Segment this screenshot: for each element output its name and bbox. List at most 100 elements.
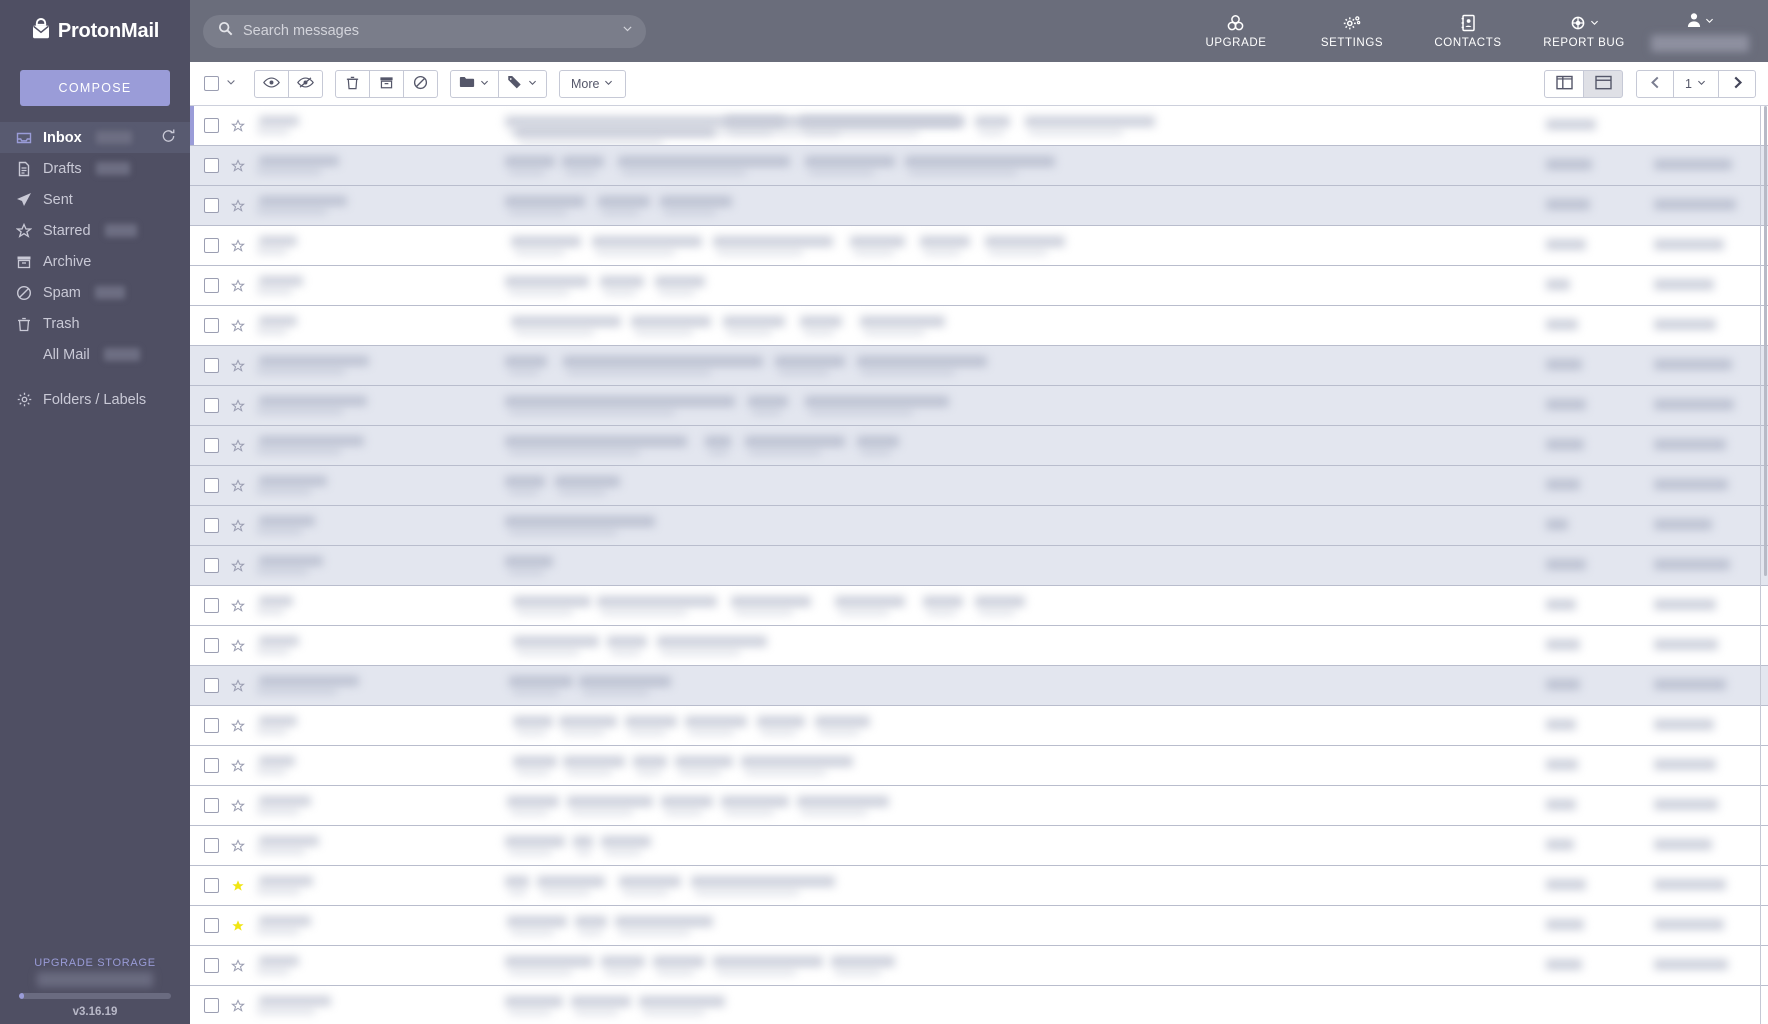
sidebar-item-starred[interactable]: Starred [0,215,190,246]
star-icon[interactable] [227,198,249,213]
table-row[interactable] [190,706,1768,746]
move-to-folder-button[interactable] [450,69,499,98]
star-icon[interactable] [227,398,249,413]
star-icon[interactable] [227,358,249,373]
table-row[interactable] [190,266,1768,306]
star-icon[interactable] [227,798,249,813]
star-icon[interactable] [227,438,249,453]
search-bar[interactable] [203,14,646,48]
row-checkbox[interactable] [204,678,219,693]
row-checkbox[interactable] [204,278,219,293]
row-checkbox[interactable] [204,118,219,133]
star-icon[interactable] [227,518,249,533]
archive-button[interactable] [369,69,404,98]
chevron-down-icon[interactable] [225,75,237,93]
row-checkbox[interactable] [204,158,219,173]
row-checkbox[interactable] [204,638,219,653]
star-icon[interactable] [227,718,249,733]
row-checkbox[interactable] [204,558,219,573]
star-icon[interactable] [227,678,249,693]
star-icon[interactable] [227,478,249,493]
mark-as-read-button[interactable] [254,69,289,98]
previous-page-button[interactable] [1636,69,1674,98]
table-row[interactable] [190,226,1768,266]
table-row[interactable] [190,466,1768,506]
refresh-icon[interactable] [161,128,176,147]
table-row[interactable] [190,826,1768,866]
header-action-upgrade[interactable]: UPGRADE [1178,0,1294,62]
list-scrollbar[interactable] [1763,106,1768,1024]
sidebar-item-archive[interactable]: Archive [0,246,190,277]
row-checkbox[interactable] [204,358,219,373]
table-row[interactable] [190,866,1768,906]
row-checkbox[interactable] [204,718,219,733]
sidebar-item-drafts[interactable]: Drafts [0,153,190,184]
search-input[interactable] [243,23,611,39]
table-row[interactable] [190,346,1768,386]
label-as-button[interactable] [498,69,547,98]
table-row[interactable] [190,506,1768,546]
table-row[interactable] [190,546,1768,586]
sidebar-item-trash[interactable]: Trash [0,308,190,339]
table-row[interactable] [190,906,1768,946]
row-checkbox[interactable] [204,758,219,773]
table-row[interactable] [190,666,1768,706]
column-layout-button[interactable] [1544,69,1584,98]
star-icon[interactable] [227,238,249,253]
table-row[interactable] [190,146,1768,186]
row-checkbox[interactable] [204,798,219,813]
row-checkbox[interactable] [204,878,219,893]
star-icon[interactable] [227,118,249,133]
star-filled-icon[interactable] [227,879,249,893]
spam-button[interactable] [403,69,438,98]
sidebar-item-spam[interactable]: Spam [0,277,190,308]
table-row[interactable] [190,106,1768,146]
sidebar-item-sent[interactable]: Sent [0,184,190,215]
page-selector[interactable]: 1 [1673,69,1719,98]
chevron-down-icon[interactable] [621,22,634,40]
row-layout-button[interactable] [1583,69,1623,98]
compose-button[interactable]: COMPOSE [20,70,170,106]
next-page-button[interactable] [1718,69,1756,98]
star-icon[interactable] [227,638,249,653]
table-row[interactable] [190,626,1768,666]
star-filled-icon[interactable] [227,919,249,933]
sidebar-item-inbox[interactable]: Inbox [0,122,190,153]
table-row[interactable] [190,586,1768,626]
row-checkbox[interactable] [204,198,219,213]
star-icon[interactable] [227,318,249,333]
table-row[interactable] [190,306,1768,346]
row-checkbox[interactable] [204,958,219,973]
row-checkbox[interactable] [204,838,219,853]
more-button[interactable]: More [559,69,627,98]
row-checkbox[interactable] [204,318,219,333]
sidebar-item-all-mail[interactable]: All Mail [0,339,190,370]
table-row[interactable] [190,986,1768,1024]
message-list[interactable] [190,106,1768,1024]
star-icon[interactable] [227,998,249,1013]
row-checkbox[interactable] [204,478,219,493]
star-icon[interactable] [227,838,249,853]
table-row[interactable] [190,426,1768,466]
star-icon[interactable] [227,558,249,573]
delete-button[interactable] [335,69,370,98]
select-all-checkbox[interactable] [204,76,219,91]
sidebar-item-folders-labels[interactable]: Folders / Labels [0,384,190,415]
row-checkbox[interactable] [204,438,219,453]
row-checkbox[interactable] [204,998,219,1013]
header-user-menu[interactable] [1642,0,1758,62]
select-all-control[interactable] [204,75,237,93]
header-action-report-bug[interactable]: REPORT BUG [1526,0,1642,62]
star-icon[interactable] [227,278,249,293]
star-icon[interactable] [227,758,249,773]
header-action-settings[interactable]: SETTINGS [1294,0,1410,62]
table-row[interactable] [190,186,1768,226]
star-icon[interactable] [227,598,249,613]
row-checkbox[interactable] [204,598,219,613]
star-icon[interactable] [227,158,249,173]
row-checkbox[interactable] [204,518,219,533]
star-icon[interactable] [227,958,249,973]
row-checkbox[interactable] [204,238,219,253]
table-row[interactable] [190,386,1768,426]
brand[interactable]: ProtonMail [0,0,190,62]
